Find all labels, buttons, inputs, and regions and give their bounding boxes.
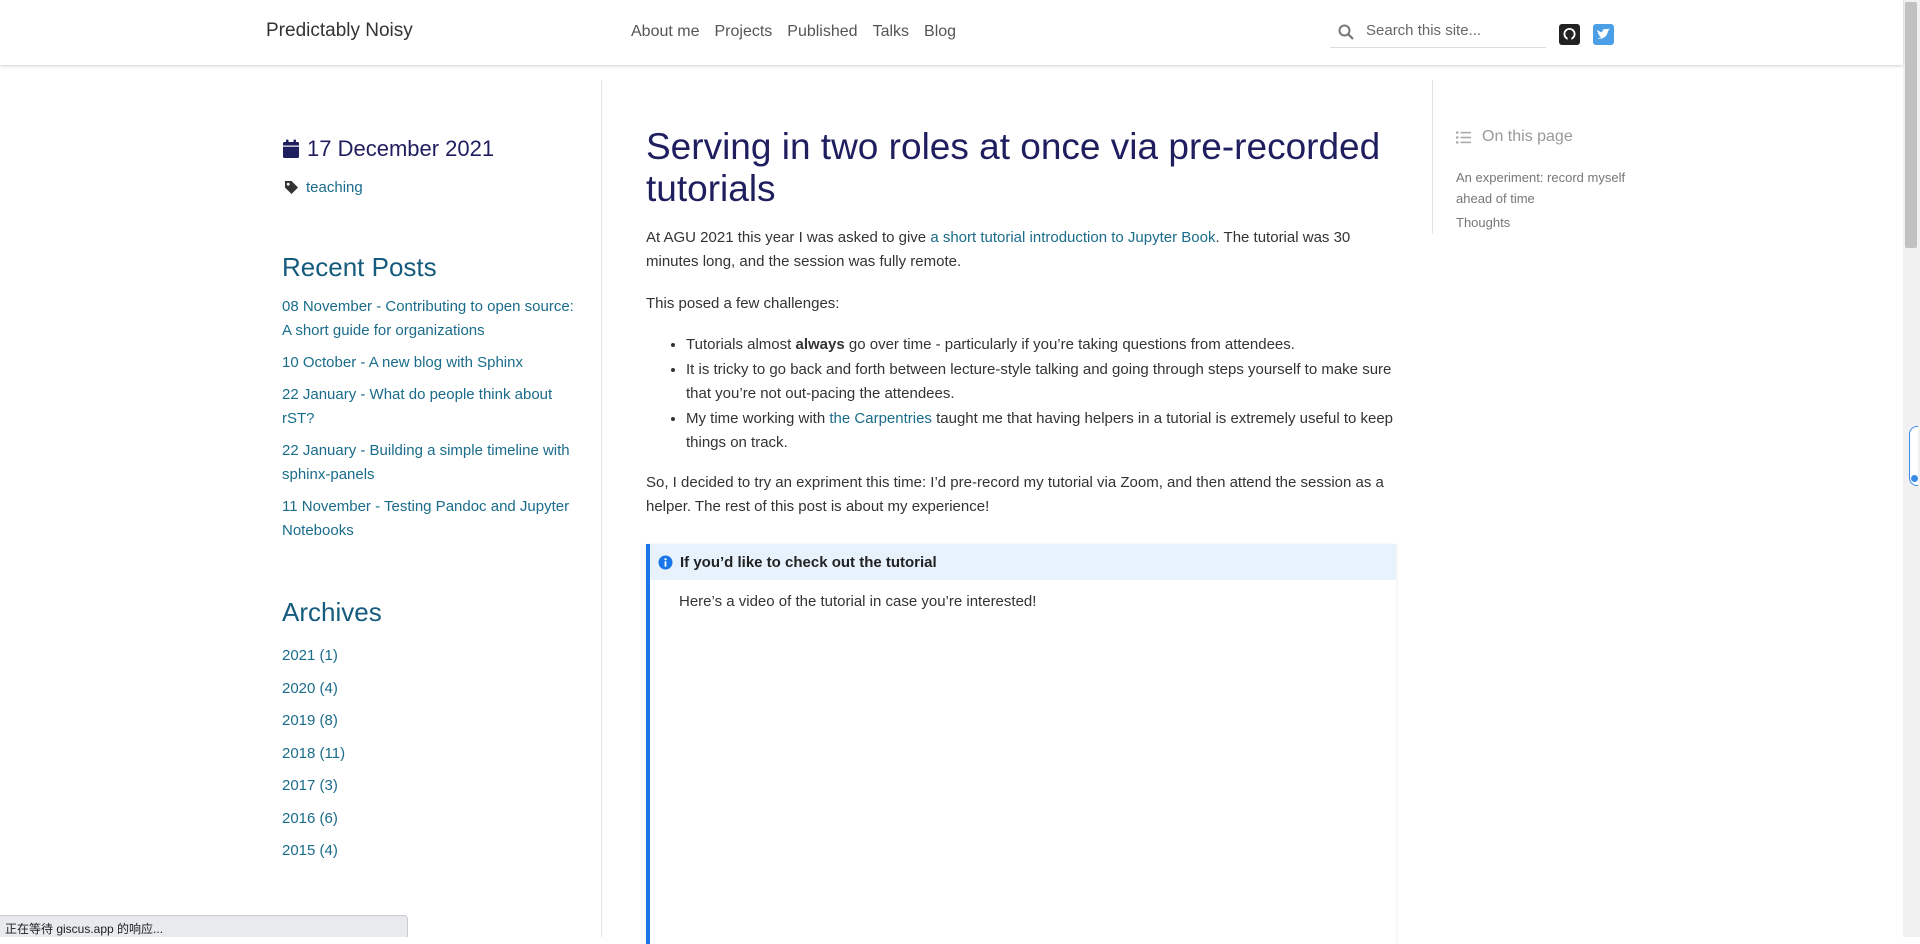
archive-link[interactable]: 2016 (6)	[282, 810, 338, 827]
nav-projects[interactable]: Projects	[714, 23, 772, 41]
bullet-text: Tutorials almost	[686, 336, 796, 353]
intro-paragraph: At AGU 2021 this year I was asked to giv…	[646, 226, 1396, 274]
recent-posts-list: 08 November - Contributing to open sourc…	[282, 295, 582, 551]
list-item: 2015 (4)	[282, 840, 345, 862]
admonition-title-text: If you’d like to check out the tutorial	[680, 553, 937, 571]
page-title: Serving in two roles at once via pre-rec…	[646, 126, 1381, 209]
github-icon[interactable]	[1559, 24, 1580, 45]
toc-divider	[1432, 80, 1433, 234]
browser-status-bar: 正在等待 giscus.app 的响应...	[0, 915, 408, 937]
calendar-icon	[283, 139, 299, 158]
list-item: 22 January - Building a simple timeline …	[282, 439, 582, 487]
recent-post-link[interactable]: 22 January - Building a simple timeline …	[282, 442, 570, 483]
challenges-list: Tutorials almost always go over time - p…	[646, 333, 1396, 456]
bold-text: always	[795, 336, 845, 353]
admonition-body: Here’s a video of the tutorial in case y…	[679, 593, 1037, 610]
info-icon	[658, 555, 673, 569]
nav-about-me[interactable]: About me	[631, 23, 699, 41]
recent-post-link[interactable]: 11 November - Testing Pandoc and Jupyter…	[282, 498, 569, 539]
sidebar-divider	[601, 80, 602, 937]
list-item: Thoughts	[1456, 212, 1636, 233]
admonition-title: If you’d like to check out the tutorial	[650, 544, 1396, 580]
list-item: 10 October - A new blog with Sphinx	[282, 351, 582, 375]
twitter-icon[interactable]	[1593, 24, 1614, 45]
decision-paragraph: So, I decided to try an expriment this t…	[646, 473, 1384, 515]
scrollbar-thumb[interactable]	[1905, 2, 1917, 248]
search-icon	[1338, 24, 1354, 40]
recent-post-link[interactable]: 08 November - Contributing to open sourc…	[282, 298, 574, 339]
list-icon	[1456, 131, 1471, 143]
nav-published[interactable]: Published	[787, 23, 857, 41]
search-box	[1330, 18, 1546, 48]
jupyter-book-tutorial-link[interactable]: a short tutorial introduction to Jupyter…	[930, 229, 1215, 246]
nav-blog[interactable]: Blog	[924, 23, 956, 41]
recent-post-link[interactable]: 22 January - What do people think about …	[282, 386, 552, 427]
article: Serving in two roles at once via pre-rec…	[646, 126, 1396, 944]
post-tag: teaching	[284, 179, 363, 196]
archive-link[interactable]: 2017 (3)	[282, 777, 338, 794]
tag-icon	[285, 181, 298, 194]
list-item: 2016 (6)	[282, 808, 345, 830]
bullet-text: My time working with	[686, 409, 830, 427]
list-item: 11 November - Testing Pandoc and Jupyter…	[282, 495, 582, 543]
post-date-text: 17 December 2021	[307, 136, 495, 161]
list-item: 2019 (8)	[282, 710, 345, 732]
archive-link[interactable]: 2020 (4)	[282, 680, 338, 697]
archive-link[interactable]: 2021 (1)	[282, 647, 338, 664]
list-item: 22 January - What do people think about …	[282, 383, 582, 431]
archive-link[interactable]: 2018 (11)	[282, 745, 345, 762]
toc-link-experiment[interactable]: An experiment: record myself ahead of ti…	[1456, 170, 1625, 206]
archive-link[interactable]: 2015 (4)	[282, 842, 338, 859]
post-date: 17 December 2021	[282, 136, 494, 162]
list-item: My time working with the Carpentries tau…	[686, 407, 1396, 456]
intro-text-before: At AGU 2021 this year I was asked to giv…	[646, 229, 931, 246]
challenges-paragraph: This posed a few challenges:	[646, 295, 840, 312]
recent-post-link[interactable]: 10 October - A new blog with Sphinx	[282, 354, 523, 371]
list-item: It is tricky to go back and forth betwee…	[686, 358, 1396, 407]
toc-list: An experiment: record myself ahead of ti…	[1456, 167, 1636, 236]
carpentries-link[interactable]: the Carpentries	[829, 410, 932, 427]
archive-link[interactable]: 2019 (8)	[282, 712, 338, 729]
nav-talks[interactable]: Talks	[873, 23, 909, 41]
bullet-text: go over time - particularly if you’re ta…	[844, 336, 1295, 353]
list-item: 2017 (3)	[282, 775, 345, 797]
archives-heading: Archives	[282, 597, 382, 627]
main-nav: About me Projects Published Talks Blog	[631, 23, 971, 41]
tag-link-teaching[interactable]: teaching	[306, 179, 363, 196]
list-item: 08 November - Contributing to open sourc…	[282, 295, 582, 343]
list-item: 2021 (1)	[282, 645, 345, 667]
list-item: Tutorials almost always go over time - p…	[686, 333, 1396, 358]
list-item: 2020 (4)	[282, 678, 345, 700]
list-item: 2018 (11)	[282, 743, 345, 765]
side-widget-dot	[1911, 475, 1918, 482]
site-brand[interactable]: Predictably Noisy	[266, 20, 413, 42]
toc-title: On this page	[1482, 128, 1573, 145]
archives-list: 2021 (1) 2020 (4) 2019 (8) 2018 (11) 201…	[282, 645, 345, 873]
toc-heading: On this page	[1456, 128, 1573, 146]
search-input[interactable]	[1364, 21, 1543, 40]
top-navbar: Predictably Noisy About me Projects Publ…	[0, 0, 1903, 65]
tutorial-admonition: If you’d like to check out the tutorial …	[646, 544, 1396, 944]
recent-posts-heading: Recent Posts	[282, 252, 437, 282]
toc-link-thoughts[interactable]: Thoughts	[1456, 215, 1510, 230]
list-item: An experiment: record myself ahead of ti…	[1456, 167, 1636, 209]
